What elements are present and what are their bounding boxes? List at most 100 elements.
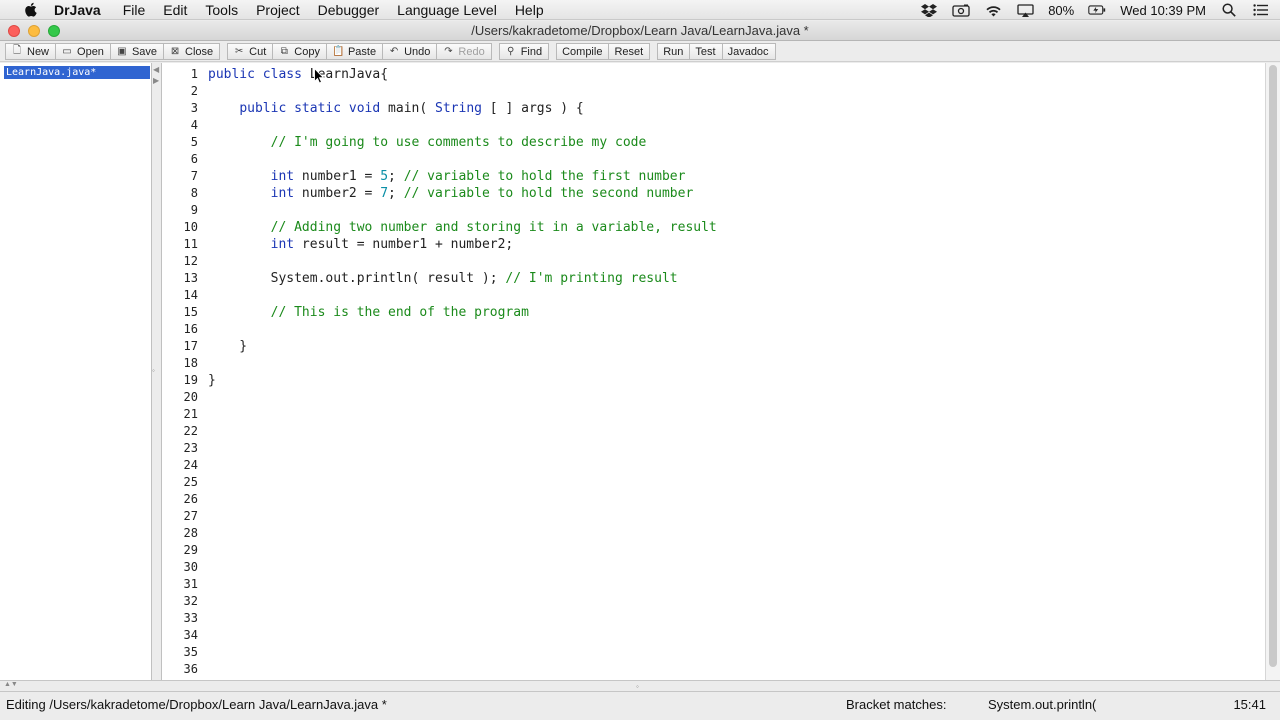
code-line[interactable]: 4 <box>162 117 1265 134</box>
code-line[interactable]: 16 <box>162 321 1265 338</box>
code-line[interactable]: 25 <box>162 474 1265 491</box>
code-line[interactable]: 36 <box>162 661 1265 678</box>
menu-clock[interactable]: Wed 10:39 PM <box>1120 3 1206 18</box>
code-editor[interactable]: 1 public class LearnJava{2 3 public static… <box>162 63 1265 680</box>
toolbar: 🗋 New ▭ Open ▣ Save ⊠ Close ✂ Cut ⧉ Copy 📋 Past… <box>0 42 1280 62</box>
code-text: // Adding two number and storing it in a… <box>270 220 717 235</box>
editor-vertical-scrollbar[interactable] <box>1265 63 1280 680</box>
bracket-matches-value: System.out.println( <box>988 697 1097 712</box>
open-folder-icon: ▭ <box>62 46 72 57</box>
copy-button[interactable]: ⧉ Copy <box>272 43 327 60</box>
line-number: 36 <box>183 662 198 676</box>
menu-edit[interactable]: Edit <box>163 2 187 18</box>
code-line[interactable]: 19} <box>162 372 1265 389</box>
compile-button[interactable]: Compile <box>556 43 610 60</box>
code-line[interactable]: 23 <box>162 440 1265 457</box>
line-number: 9 <box>190 203 198 217</box>
code-line[interactable]: 5 // I'm going to use comments to descri… <box>162 134 1265 151</box>
code-line[interactable]: 18 <box>162 355 1265 372</box>
spotlight-search-icon[interactable] <box>1220 2 1238 18</box>
cursor-position: 15:41 <box>1233 697 1266 712</box>
scrollbar-thumb[interactable] <box>1269 65 1277 667</box>
new-button[interactable]: 🗋 New <box>5 43 57 60</box>
find-button[interactable]: ⚲ Find <box>498 43 550 60</box>
undo-button[interactable]: ↶ Undo <box>382 43 438 60</box>
code-line[interactable]: 30 <box>162 559 1265 576</box>
menu-help[interactable]: Help <box>515 2 544 18</box>
code-text: int number2 = 7; // variable to hold the… <box>270 186 694 201</box>
code-line[interactable]: 28 <box>162 525 1265 542</box>
line-number: 8 <box>190 186 198 200</box>
code-line[interactable]: 3 public static void main( String [ ] ar… <box>162 100 1265 117</box>
line-number: 23 <box>183 441 198 455</box>
code-line[interactable]: 8 int number2 = 7; // variable to hold t… <box>162 185 1265 202</box>
code-line[interactable]: 6 <box>162 151 1265 168</box>
code-line[interactable]: 7 int number1 = 5; // variable to hold t… <box>162 168 1265 185</box>
save-button[interactable]: ▣ Save <box>109 43 165 60</box>
line-number: 11 <box>183 237 198 251</box>
save-button-label: Save <box>131 45 158 58</box>
line-number: 12 <box>183 254 198 268</box>
airplay-icon[interactable] <box>1016 2 1034 18</box>
code-text: int result = number1 + number2; <box>270 237 514 252</box>
code-line[interactable]: 35 <box>162 644 1265 661</box>
menu-extras: 80% Wed 10:39 PM <box>920 0 1270 20</box>
split-arrows-icon[interactable]: ▲▼ <box>4 681 18 688</box>
menu-debugger[interactable]: Debugger <box>318 2 380 18</box>
code-line[interactable]: 31 <box>162 576 1265 593</box>
line-number: 20 <box>183 390 198 404</box>
code-line[interactable]: 14 <box>162 287 1265 304</box>
code-line[interactable]: 10 // Adding two number and storing it i… <box>162 219 1265 236</box>
horizontal-split-divider[interactable]: ▲▼ ◦ <box>0 680 1280 692</box>
code-line[interactable]: 13 System.out.println( result ); // I'm … <box>162 270 1265 287</box>
code-line[interactable]: 11 int result = number1 + number2; <box>162 236 1265 253</box>
code-line[interactable]: 27 <box>162 508 1265 525</box>
paste-button[interactable]: 📋 Paste <box>325 43 384 60</box>
code-line[interactable]: 15 // This is the end of the program <box>162 304 1265 321</box>
split-grip-icon: ◦ <box>636 682 639 691</box>
menu-project[interactable]: Project <box>256 2 300 18</box>
code-line[interactable]: 2 <box>162 83 1265 100</box>
close-button[interactable]: ⊠ Close <box>163 43 221 60</box>
collapse-left-arrow-icon[interactable]: ◀ <box>153 65 159 74</box>
close-file-icon: ⊠ <box>170 46 180 57</box>
code-line[interactable]: 21 <box>162 406 1265 423</box>
undo-button-label: Undo <box>404 45 431 58</box>
app-menu[interactable]: DrJava <box>54 2 101 18</box>
screen-record-icon[interactable] <box>952 2 970 18</box>
code-line[interactable]: 12 <box>162 253 1265 270</box>
document-list-item[interactable]: LearnJava.java* <box>4 66 150 79</box>
apple-menu-icon[interactable] <box>20 2 40 17</box>
code-line[interactable]: 24 <box>162 457 1265 474</box>
code-line[interactable]: 1 public class LearnJava{ <box>162 66 1265 83</box>
code-line[interactable]: 26 <box>162 491 1265 508</box>
battery-charging-icon[interactable] <box>1088 2 1106 18</box>
menu-file[interactable]: File <box>123 2 146 18</box>
vertical-split-divider[interactable]: ◀ ▶ ◦ <box>152 63 162 680</box>
code-line[interactable]: 32 <box>162 593 1265 610</box>
javadoc-button[interactable]: Javadoc <box>721 43 776 60</box>
code-line[interactable]: 33 <box>162 610 1265 627</box>
run-button[interactable]: Run <box>657 43 691 60</box>
code-line[interactable]: 20 <box>162 389 1265 406</box>
scissors-icon: ✂ <box>234 46 244 57</box>
drjava-window: DrJava File Edit Tools Project Debugger … <box>0 0 1280 720</box>
notification-center-icon[interactable] <box>1252 2 1270 18</box>
redo-button[interactable]: ↷ Redo <box>436 43 492 60</box>
code-line[interactable]: 29 <box>162 542 1265 559</box>
expand-right-arrow-icon[interactable]: ▶ <box>153 76 159 85</box>
test-button[interactable]: Test <box>689 43 723 60</box>
code-line[interactable]: 17 } <box>162 338 1265 355</box>
menu-tools[interactable]: Tools <box>205 2 238 18</box>
code-line[interactable]: 22 <box>162 423 1265 440</box>
reset-button[interactable]: Reset <box>608 43 651 60</box>
dropbox-icon[interactable] <box>920 2 938 18</box>
menu-language-level[interactable]: Language Level <box>397 2 497 18</box>
open-button[interactable]: ▭ Open <box>55 43 111 60</box>
window-title-bar[interactable]: /Users/kakradetome/Dropbox/Learn Java/Le… <box>0 21 1280 41</box>
cut-button[interactable]: ✂ Cut <box>227 43 274 60</box>
wifi-icon[interactable] <box>984 2 1002 18</box>
code-line[interactable]: 9 <box>162 202 1265 219</box>
code-line[interactable]: 34 <box>162 627 1265 644</box>
line-number: 34 <box>183 628 198 642</box>
